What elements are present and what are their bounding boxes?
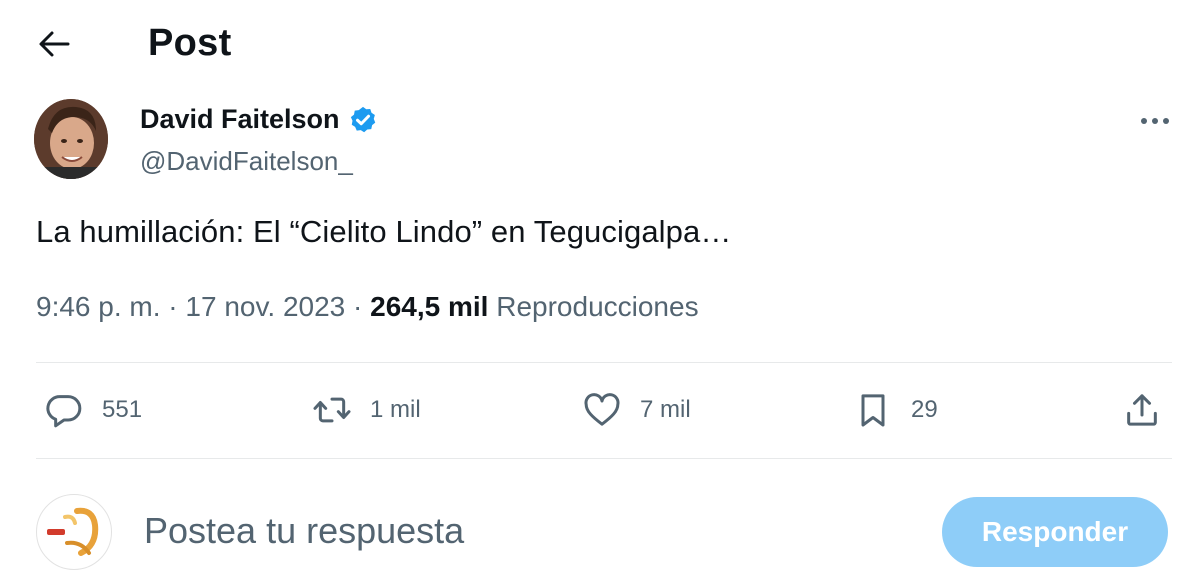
- author-name-row: David Faitelson: [140, 104, 378, 135]
- reply-button[interactable]: 551: [44, 390, 142, 430]
- share-icon: [1127, 394, 1157, 426]
- top-bar: Post: [0, 0, 1200, 88]
- like-count: 7 mil: [640, 396, 691, 423]
- back-arrow-icon: [39, 31, 70, 57]
- avatar-image: [34, 99, 108, 179]
- more-icon: [1141, 118, 1169, 124]
- reply-input[interactable]: Postea tu respuesta: [144, 510, 464, 552]
- author-avatar[interactable]: [34, 99, 108, 179]
- author-name[interactable]: David Faitelson: [140, 104, 340, 135]
- author-handle[interactable]: @DavidFaitelson_: [140, 146, 353, 177]
- bookmark-icon: [861, 394, 885, 427]
- bookmark-button[interactable]: 29: [853, 390, 938, 430]
- views-count: 264,5 mil: [370, 291, 489, 322]
- meta-separator: ·: [168, 291, 178, 322]
- like-button[interactable]: 7 mil: [582, 390, 691, 430]
- views-label: Reproducciones: [496, 291, 699, 322]
- repost-icon: [313, 397, 351, 423]
- repost-button[interactable]: 1 mil: [312, 390, 421, 430]
- reply-count: 551: [102, 396, 143, 423]
- post-text: La humillación: El “Cielito Lindo” en Te…: [36, 214, 732, 249]
- post-time[interactable]: 9:46 p. m.: [36, 291, 161, 322]
- divider: [36, 362, 1172, 363]
- share-button[interactable]: [1122, 390, 1162, 430]
- back-button[interactable]: [34, 26, 74, 62]
- divider: [36, 458, 1172, 459]
- reply-icon: [46, 395, 82, 428]
- verified-badge-icon: [350, 106, 375, 132]
- repost-count: 1 mil: [370, 396, 421, 423]
- post-meta: 9:46 p. m. · 17 nov. 2023 · 264,5 mil Re…: [36, 291, 699, 323]
- like-icon: [584, 393, 620, 426]
- page-title: Post: [148, 22, 232, 64]
- more-options-button[interactable]: [1132, 108, 1178, 134]
- action-bar: 551 1 mil 7 mil 29: [0, 380, 1200, 444]
- reply-submit-button[interactable]: Responder: [942, 497, 1168, 567]
- post-date[interactable]: 17 nov. 2023: [185, 291, 345, 322]
- current-user-avatar[interactable]: [36, 494, 112, 570]
- user-logo-icon: [47, 507, 99, 556]
- bookmark-count: 29: [911, 396, 938, 423]
- meta-separator: ·: [353, 291, 363, 322]
